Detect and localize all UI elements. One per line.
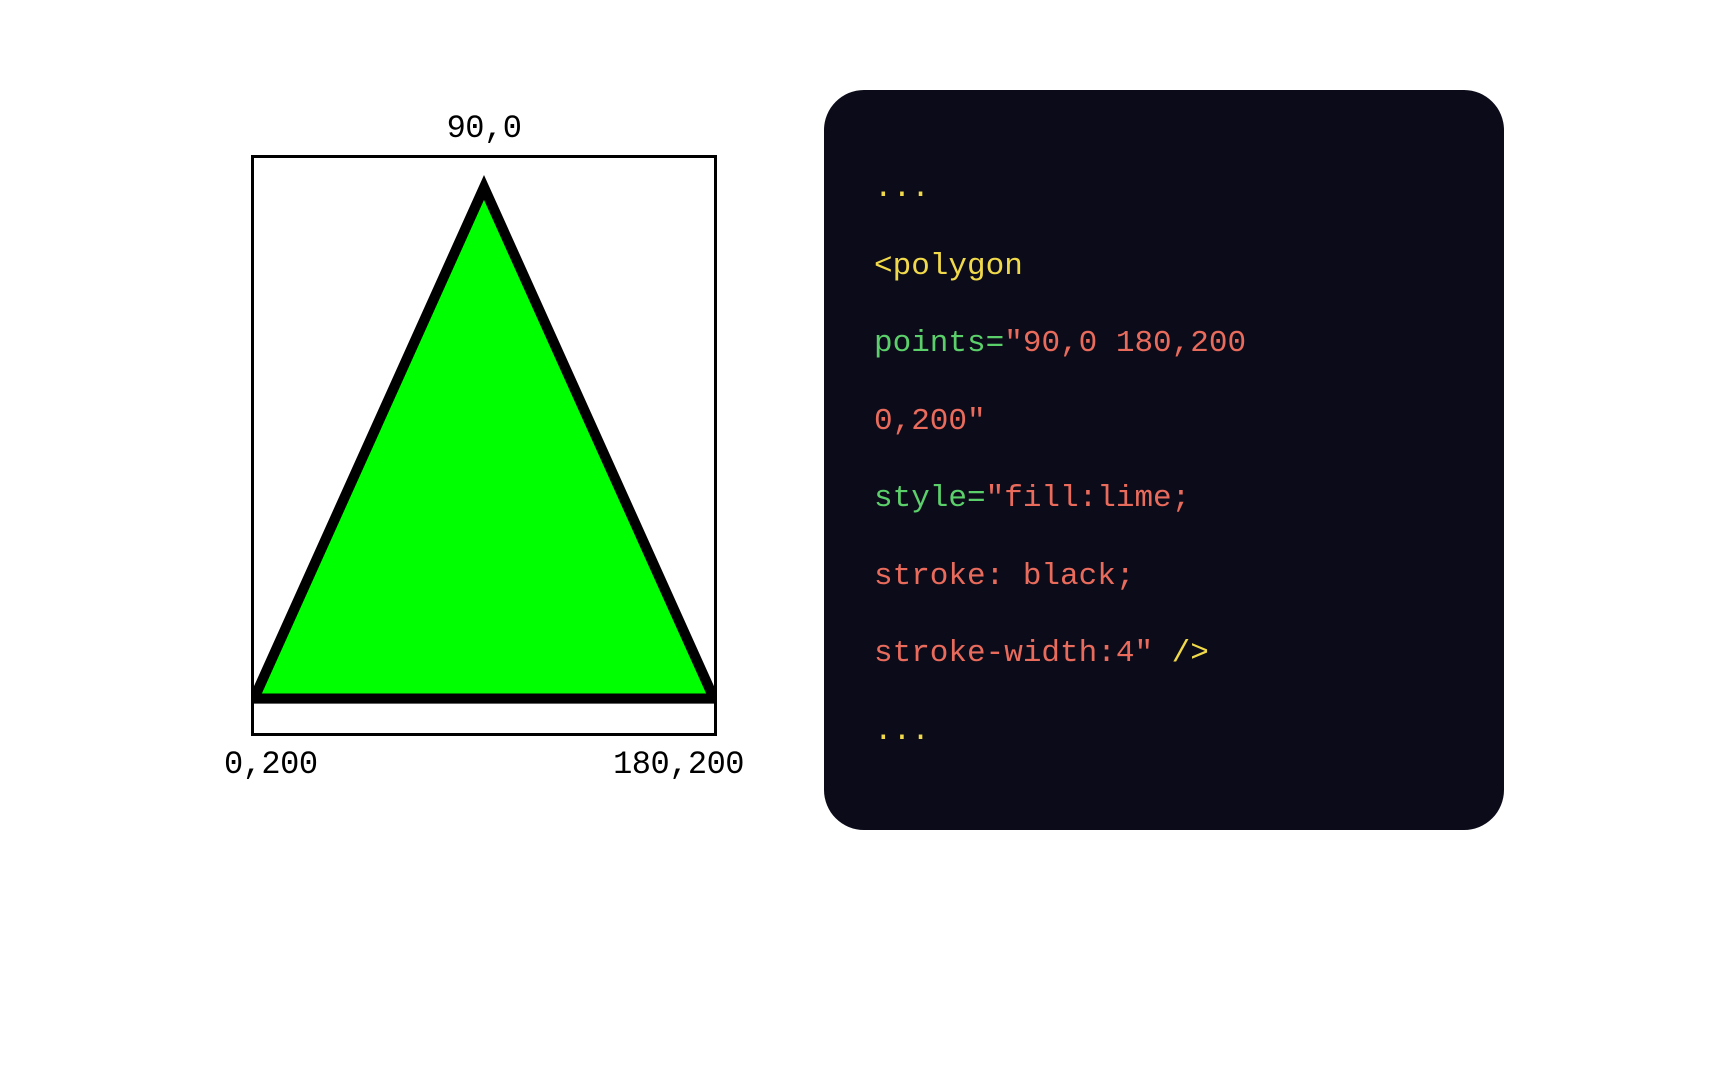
diagram-panel: 90,0 0,200 180,200 — [224, 90, 744, 783]
coord-label-top: 90,0 — [447, 110, 522, 147]
code-attr-style-val-3: stroke-width:4" — [874, 636, 1153, 671]
code-attr-points-name: points= — [874, 326, 1004, 361]
main-container: 90,0 0,200 180,200 ... <polygon points="… — [0, 0, 1728, 920]
code-tag-open: <polygon — [874, 249, 1023, 284]
svg-wrapper — [251, 155, 717, 736]
svg-viewport-box — [251, 155, 717, 736]
coord-label-bottom-left: 0,200 — [224, 746, 318, 783]
triangle-svg — [254, 158, 714, 728]
coord-label-bottom-right: 180,200 — [613, 746, 744, 783]
code-panel: ... <polygon points="90,0 180,200 0,200"… — [824, 90, 1504, 830]
bottom-coord-row: 0,200 180,200 — [224, 746, 744, 783]
code-ellipsis-top: ... — [874, 171, 930, 206]
code-block: ... <polygon points="90,0 180,200 0,200"… — [874, 150, 1454, 770]
code-attr-points-val-2: 0,200" — [874, 404, 986, 439]
code-attr-style-name: style= — [874, 481, 986, 516]
code-attr-points-val-1: "90,0 180,200 — [1004, 326, 1246, 361]
code-ellipsis-bottom: ... — [874, 714, 930, 749]
code-attr-style-val-1: "fill:lime; — [986, 481, 1191, 516]
code-attr-style-val-2: stroke: black; — [874, 559, 1134, 594]
triangle-polygon — [254, 187, 714, 698]
code-tag-close: /> — [1153, 636, 1209, 671]
